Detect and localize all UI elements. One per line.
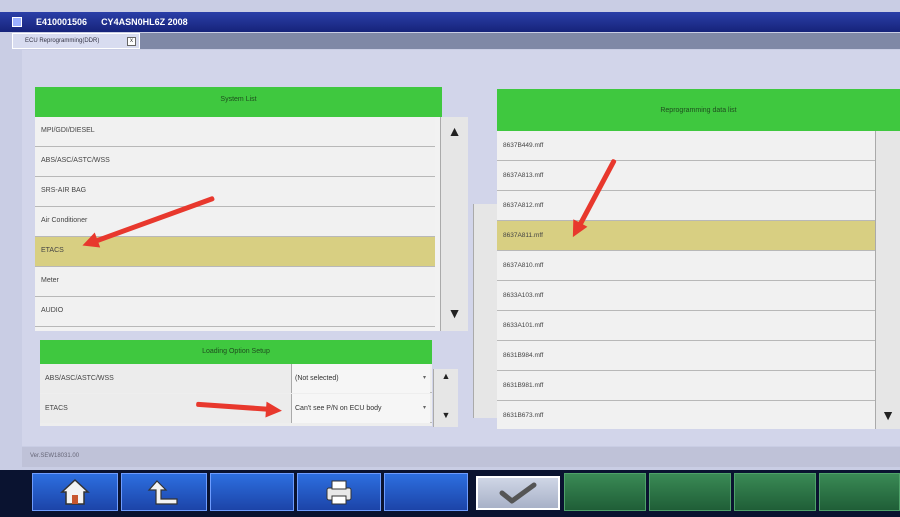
reprogramming-list-row[interactable]: 8633A101.mff — [497, 311, 877, 341]
back-icon — [147, 480, 178, 505]
reprogramming-list-row[interactable]: 8631B981.mff — [497, 371, 877, 401]
checkmark-icon — [499, 482, 537, 504]
reprogramming-list-row[interactable]: 8637A810.mff — [497, 251, 877, 281]
tab-bar: ECU Reprogramming(DDR) x — [12, 33, 900, 49]
reprogramming-list-row[interactable]: 8637A811.mff — [497, 221, 877, 251]
reprogramming-list-row-label: 8631B984.mff — [503, 352, 544, 359]
reprogramming-list-scrollbar[interactable]: ▼ — [875, 131, 900, 429]
scroll-up-icon[interactable]: ▲ — [441, 123, 468, 139]
system-list-row-label: MPI/GDI/DIESEL — [41, 127, 95, 134]
toolbar-blank-button[interactable] — [210, 473, 294, 511]
scroll-down-icon[interactable]: ▼ — [434, 410, 458, 420]
system-list-row-label: ABS/ASC/ASTC/WSS — [41, 157, 110, 164]
reprogramming-list-row[interactable]: 8631B984.mff — [497, 341, 877, 371]
title-bar: E410001506 CY4ASN0HL6Z 2008 — [0, 12, 900, 32]
system-list: MPI/GDI/DIESEL ABS/ASC/ASTC/WSS SRS-AIR BA… — [35, 117, 435, 331]
system-list-row[interactable]: Meter — [35, 267, 435, 297]
system-list-row[interactable]: ABS/ASC/ASTC/WSS — [35, 147, 435, 177]
reprogramming-list-row-label: 8633A103.mff — [503, 292, 544, 299]
home-button[interactable] — [32, 473, 118, 511]
screen: E410001506 CY4ASN0HL6Z 2008 ECU Reprogra… — [0, 0, 900, 517]
ok-button[interactable] — [476, 476, 560, 510]
system-list-row-label: Meter — [41, 277, 59, 284]
loading-option-panel: Loading Option Setup ABS/ASC/ASTC/WSS (N… — [40, 340, 432, 426]
option-label: ABS/ASC/ASTC/WSS — [40, 364, 292, 393]
close-icon[interactable]: x — [127, 37, 136, 46]
reprogramming-list-row[interactable]: 8631B673.mff — [497, 401, 877, 429]
option-select-abs[interactable]: (Not selected) ▾ — [292, 364, 430, 393]
dropdown-icon: ▾ — [422, 405, 426, 411]
system-list-row-label: Air Conditioner — [41, 217, 88, 224]
tab-ecu-reprogramming[interactable]: ECU Reprogramming(DDR) x — [12, 33, 140, 49]
reprogramming-list-row-label: 8637B449.mff — [503, 142, 544, 149]
reprogramming-list-panel: Reprogramming data list 8637B449.mff 8637… — [497, 89, 900, 429]
system-list-row-label: SRS-AIR BAG — [41, 187, 87, 194]
toolbar-blank-button[interactable] — [384, 473, 468, 511]
printer-icon — [326, 480, 352, 505]
print-button[interactable] — [297, 473, 381, 511]
reprogramming-list-row-label: 8637A812.mff — [503, 202, 544, 209]
reprogramming-list-row-label: 8631B673.mff — [503, 412, 544, 419]
option-value: (Not selected) — [295, 375, 339, 382]
status-bar: Ver.SEW18031.00 — [22, 447, 900, 467]
home-icon — [60, 478, 90, 505]
reprogramming-list-header: Reprogramming data list — [497, 89, 900, 131]
reprogramming-list-row-label: 8637A813.mff — [503, 172, 544, 179]
reprogramming-list-row-label: 8631B981.mff — [503, 382, 544, 389]
reprogramming-list-row[interactable]: 8637B449.mff — [497, 131, 877, 161]
system-list-row-label: ETACS — [41, 247, 64, 254]
scroll-down-icon[interactable]: ▼ — [441, 305, 468, 321]
toolbar-blank-button[interactable] — [734, 473, 816, 511]
version-text: Ver.SEW18031.00 — [30, 453, 80, 459]
system-list-row[interactable]: SRS-AIR BAG — [35, 177, 435, 207]
scroll-down-icon[interactable]: ▼ — [876, 407, 900, 423]
reprogramming-list: 8637B449.mff 8637A813.mff 8637A812.mff 8637… — [497, 131, 877, 429]
reprogramming-list-row[interactable]: 8637A813.mff — [497, 161, 877, 191]
reprogramming-list-row-label: 8637A810.mff — [503, 262, 544, 269]
option-scrollbar[interactable]: ▲ ▼ — [433, 369, 458, 427]
bottom-toolbar — [0, 470, 900, 517]
loading-option-header: Loading Option Setup — [40, 340, 432, 364]
reprogramming-list-row[interactable]: 8637A812.mff — [497, 191, 877, 221]
window-title-vehicle: CY4ASN0HL6Z 2008 — [101, 17, 188, 27]
reprogramming-list-row-label: 8633A101.mff — [503, 322, 544, 329]
toolbar-blank-button[interactable] — [819, 473, 900, 511]
system-list-header: System List — [35, 87, 442, 117]
toolbar-blank-button[interactable] — [649, 473, 731, 511]
toolbar-blank-button[interactable] — [564, 473, 646, 511]
app-icon — [12, 17, 22, 27]
option-row-abs: ABS/ASC/ASTC/WSS (Not selected) ▾ — [40, 364, 432, 393]
reprogramming-list-row-label: 8637A811.mff — [503, 232, 543, 239]
scroll-up-icon[interactable]: ▲ — [434, 371, 458, 381]
option-select-etacs[interactable]: Can't see P/N on ECU body ▾ — [292, 394, 430, 423]
window-title-id: E410001506 — [36, 17, 88, 27]
system-list-row[interactable]: AUDIO — [35, 297, 435, 327]
system-list-row-label: AUDIO — [41, 307, 64, 314]
dropdown-icon: ▾ — [422, 375, 426, 381]
system-list-row[interactable]: MPI/GDI/DIESEL — [35, 117, 435, 147]
reprogramming-list-row[interactable]: 8633A103.mff — [497, 281, 877, 311]
back-button[interactable] — [121, 473, 207, 511]
system-list-scrollbar[interactable]: ▲ ▼ — [440, 117, 468, 331]
option-value: Can't see P/N on ECU body — [295, 405, 382, 412]
system-list-panel: System List MPI/GDI/DIESEL ABS/ASC/ASTC/W… — [35, 87, 502, 418]
tab-label: ECU Reprogramming(DDR) — [25, 38, 100, 44]
